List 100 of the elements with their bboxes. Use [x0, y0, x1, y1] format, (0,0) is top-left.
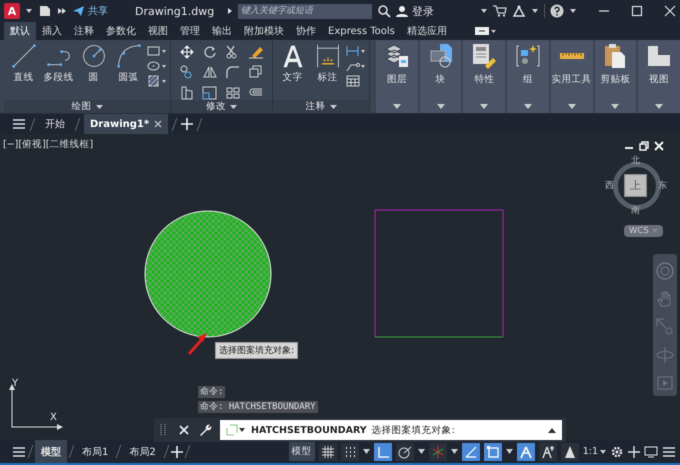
fillet-icon[interactable]: [225, 65, 241, 80]
caret-icon[interactable]: [531, 7, 539, 15]
panel-title[interactable]: 注释: [273, 100, 369, 113]
document-tab[interactable]: 开始: [39, 114, 71, 134]
layout-tab[interactable]: 模型: [35, 440, 67, 463]
ribbon-panel-button[interactable]: 图层: [376, 40, 418, 113]
annotation-toggle[interactable]: [516, 442, 535, 460]
document-tab[interactable]: Drawing1*: [84, 114, 168, 134]
rectangle-icon[interactable]: [147, 45, 167, 57]
menu-icon[interactable]: [662, 446, 676, 458]
annoscale-toggle[interactable]: [560, 442, 579, 460]
caret-icon[interactable]: [450, 449, 458, 454]
move-icon[interactable]: [179, 45, 195, 59]
ribbon-tab[interactable]: 输出: [206, 22, 238, 40]
erase-icon[interactable]: [248, 45, 264, 59]
ribbon-panel-button[interactable]: 特性: [463, 40, 506, 113]
ribbon-tab[interactable]: 默认: [4, 22, 36, 40]
triangle-nodes-icon[interactable]: [512, 4, 526, 18]
grid-toggle[interactable]: [318, 442, 337, 460]
layout-tab[interactable]: 布局2: [123, 440, 162, 463]
panel-title[interactable]: 绘图: [4, 100, 170, 113]
share-button[interactable]: 共享: [72, 4, 108, 18]
ribbon-tab[interactable]: 注释: [68, 22, 100, 40]
scale-icon[interactable]: [202, 86, 218, 100]
ribbon-tab[interactable]: 附加模块: [238, 22, 290, 40]
model-space-button[interactable]: 模型: [288, 442, 315, 461]
video-icon[interactable]: [474, 26, 497, 36]
ortho-toggle[interactable]: [374, 442, 392, 460]
hatched-circle[interactable]: [144, 210, 272, 338]
caret-icon[interactable]: [362, 449, 370, 454]
sign-in-button[interactable]: 登录: [396, 4, 434, 18]
tool-button[interactable]: 圆: [77, 43, 110, 84]
menu-icon[interactable]: [12, 446, 26, 458]
leader-icon[interactable]: [346, 60, 366, 72]
ribbon-panel-button[interactable]: 块: [420, 40, 462, 113]
mirror-icon[interactable]: [202, 65, 218, 80]
caret-icon[interactable]: [569, 7, 577, 15]
ribbon-tab[interactable]: 精选应用: [400, 22, 453, 40]
help-icon[interactable]: [550, 4, 564, 18]
compass-label[interactable]: 东: [658, 179, 667, 192]
caret-icon: [600, 450, 606, 454]
polar-toggle[interactable]: [396, 442, 414, 460]
caret-icon[interactable]: [418, 449, 425, 454]
compass-label[interactable]: 北: [631, 154, 640, 167]
close-icon[interactable]: [154, 120, 162, 128]
array-icon[interactable]: [225, 86, 241, 100]
viewport-label[interactable]: [−][俯视][二维线框]: [3, 138, 94, 151]
tool-button[interactable]: 圆弧: [112, 43, 145, 84]
caret-icon[interactable]: [25, 7, 33, 15]
ellipse-icon[interactable]: [147, 60, 167, 72]
view-cube-face[interactable]: 上: [624, 174, 647, 197]
scale-button[interactable]: 1:1: [582, 446, 606, 457]
ribbon-tab[interactable]: 插入: [36, 22, 68, 40]
ribbon-tab[interactable]: 参数化: [100, 22, 142, 40]
plus-icon[interactable]: [181, 118, 194, 130]
wrench-icon[interactable]: [198, 423, 212, 437]
caret-icon[interactable]: [480, 7, 488, 15]
tool-button[interactable]: 直线: [7, 43, 40, 84]
panel-title[interactable]: 修改: [171, 100, 272, 113]
app-logo[interactable]: A: [4, 3, 20, 19]
hatch-icon[interactable]: [147, 75, 167, 87]
search-icon[interactable]: [377, 4, 392, 18]
stretch-icon[interactable]: [179, 86, 195, 100]
linear-dimension-icon[interactable]: [346, 45, 366, 57]
ribbon-panel-button[interactable]: 实用工具: [550, 40, 593, 113]
plus-icon[interactable]: [628, 446, 640, 458]
compass-label[interactable]: 西: [605, 179, 614, 192]
track-toggle[interactable]: [462, 442, 480, 460]
ribbon-tab[interactable]: Express Tools: [322, 22, 401, 40]
osnap-toggle[interactable]: [484, 442, 502, 460]
double-arrow-icon[interactable]: [57, 6, 67, 16]
ribbon-tab[interactable]: 协作: [290, 22, 322, 40]
restore-icon[interactable]: [639, 141, 649, 151]
ribbon-tab[interactable]: 视图: [142, 22, 174, 40]
isometric-toggle[interactable]: [428, 442, 447, 460]
rotate-icon[interactable]: [202, 45, 218, 59]
autoscale-toggle[interactable]: [538, 442, 557, 460]
settings-icon[interactable]: [610, 444, 624, 458]
caret-icon[interactable]: [506, 449, 513, 454]
explode-icon[interactable]: [248, 65, 264, 80]
layout-tab[interactable]: 布局1: [76, 440, 114, 463]
cart-icon[interactable]: [493, 5, 507, 17]
tool-button[interactable]: 标注: [311, 43, 344, 84]
caret-icon[interactable]: [227, 7, 234, 15]
ribbon-panel-button[interactable]: 组: [507, 40, 549, 113]
square[interactable]: [374, 210, 504, 338]
tool-button[interactable]: 多段线: [42, 43, 75, 84]
snap-toggle[interactable]: [340, 442, 359, 460]
ribbon-panel-button[interactable]: 剪贴板: [594, 40, 636, 113]
file-icon[interactable]: [38, 5, 52, 17]
ribbon-panel-button[interactable]: 视图: [638, 40, 680, 113]
compass-label[interactable]: 南: [631, 204, 640, 217]
monitor-icon[interactable]: [644, 446, 658, 458]
tool-button[interactable]: 文字: [276, 43, 309, 84]
plus-icon[interactable]: [170, 446, 183, 458]
maximize-icon[interactable]: [631, 5, 643, 17]
menu-icon[interactable]: [12, 118, 26, 130]
search-field[interactable]: 键入关键字或短语: [238, 4, 372, 18]
ribbon-tab[interactable]: 管理: [174, 22, 206, 40]
close-icon[interactable]: [664, 5, 676, 17]
